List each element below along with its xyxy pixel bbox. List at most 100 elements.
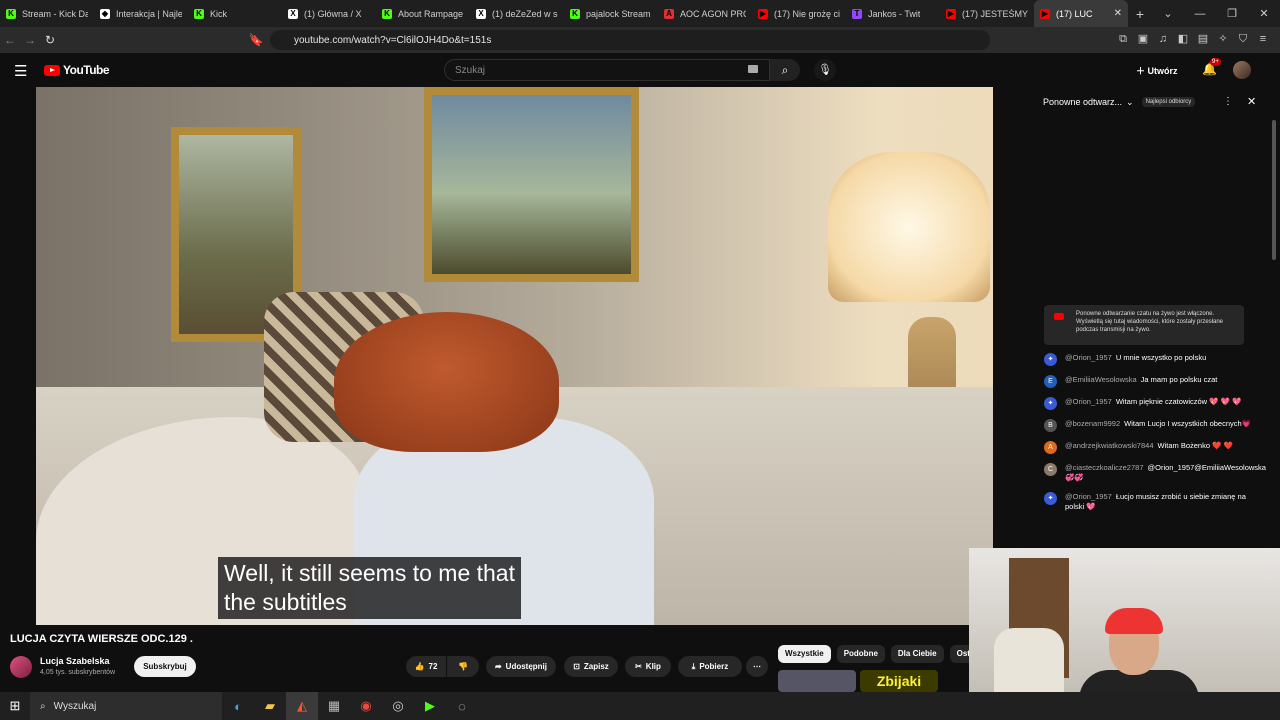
- taskbar-search[interactable]: ⌕ Wyszukaj: [30, 692, 222, 720]
- scrollbar[interactable]: [1272, 120, 1276, 260]
- thumbnail[interactable]: [778, 670, 856, 692]
- subtitle-caption: Well, it still seems to me that the subt…: [218, 557, 521, 619]
- chat-author[interactable]: @ciasteczkoalicze2787: [1065, 463, 1144, 472]
- thumbnail-text: Zbijaki: [876, 673, 922, 689]
- search-input[interactable]: Szukaj: [444, 59, 770, 81]
- close-tab-icon[interactable]: ✕: [1114, 8, 1122, 19]
- chat-avatar[interactable]: E: [1044, 375, 1057, 388]
- share-button[interactable]: ➦ Udostępnij: [486, 656, 556, 677]
- chat-author[interactable]: @andrzejkwiatkowski7844: [1065, 441, 1154, 450]
- reload-button[interactable]: ↻: [40, 33, 60, 47]
- download-button[interactable]: ⤓ Pobierz: [678, 656, 742, 677]
- clip-button[interactable]: ✂ Klip: [625, 656, 671, 677]
- microphone-icon[interactable]: 🎙: [814, 59, 836, 81]
- browser-tab[interactable]: T Jankos - Twit: [846, 0, 940, 27]
- browser-tab[interactable]: Kpajalock Stream: [564, 0, 658, 27]
- like-button[interactable]: 👍 72: [406, 656, 446, 677]
- extensions-toolbar: ⧉ ▣ ♫ ◧ ▤ ✧ ⛉ ≡: [1116, 32, 1270, 46]
- browser-tab[interactable]: ▶ (17) Nie grożę ci: [752, 0, 846, 27]
- tab-search-icon[interactable]: ▣: [1136, 32, 1150, 46]
- back-button[interactable]: ←: [0, 33, 20, 47]
- tab-favicon-icon: T: [852, 8, 862, 19]
- top-fans-badge[interactable]: Najlepsi odbiorcy: [1141, 97, 1196, 107]
- notice-text: Ponowne odtwarzanie czatu na żywo jest w…: [1076, 311, 1224, 333]
- leo-icon[interactable]: ✧: [1216, 32, 1230, 46]
- tab-title: (17) Nie grożę ci: [774, 8, 840, 19]
- minimize-button[interactable]: —: [1184, 8, 1216, 20]
- browser-tab[interactable]: X (1) deZeZed w se: [470, 0, 564, 27]
- dislike-button[interactable]: 👎: [447, 656, 479, 677]
- avatar[interactable]: [1233, 61, 1251, 79]
- app-icon[interactable]: ◌: [446, 699, 478, 714]
- app-icon[interactable]: ▦: [318, 698, 350, 714]
- chat-author[interactable]: @Orion_1957: [1065, 397, 1112, 406]
- chat-avatar[interactable]: A: [1044, 441, 1057, 454]
- close-icon[interactable]: ✕: [1247, 95, 1256, 108]
- kick-app-icon[interactable]: ▶: [414, 698, 446, 714]
- shield-icon[interactable]: ⛉: [1236, 32, 1250, 46]
- create-button[interactable]: ＋ Utwórz: [1136, 64, 1178, 77]
- edge-icon[interactable]: ◐: [222, 699, 254, 714]
- tab-favicon-icon: K: [382, 8, 392, 19]
- chat-author[interactable]: @EmiliiaWesolowska: [1065, 375, 1137, 384]
- browser-tab[interactable]: K About Rampage: [376, 0, 470, 27]
- tab-favicon-icon: X: [288, 8, 298, 19]
- channel-avatar[interactable]: [10, 656, 32, 678]
- browser-tab[interactable]: A AOC AGON PRO: [658, 0, 752, 27]
- extension-icon[interactable]: ⧉: [1116, 32, 1130, 46]
- save-button[interactable]: ⊡ Zapisz: [564, 656, 618, 677]
- thumbnail[interactable]: Zbijaki: [860, 670, 938, 692]
- filter-chip[interactable]: Dla Ciebie: [890, 645, 944, 663]
- maximize-button[interactable]: ❐: [1216, 7, 1248, 20]
- video-player[interactable]: Well, it still seems to me that the subt…: [36, 87, 993, 625]
- browser-tab[interactable]: K Stream - Kick Da: [0, 0, 94, 27]
- chat-author[interactable]: @Orion_1957: [1065, 492, 1112, 501]
- channel-name[interactable]: Lucja Szabelska: [40, 656, 110, 666]
- subtitle-line: Well, it still seems to me that: [224, 560, 515, 586]
- search-button[interactable]: ⌕: [770, 59, 800, 81]
- music-icon[interactable]: ♫: [1156, 32, 1170, 46]
- close-window-button[interactable]: ✕: [1248, 7, 1280, 20]
- video-title: LUCJA CZYTA WIERSZE ODC.129 .: [10, 633, 193, 645]
- more-actions-button[interactable]: ⋯: [746, 656, 768, 677]
- new-tab-button[interactable]: +: [1128, 6, 1152, 22]
- hamburger-menu-icon[interactable]: ☰: [14, 62, 27, 80]
- chrome-icon[interactable]: ◉: [350, 698, 382, 714]
- browser-tab[interactable]: K Kick: [188, 0, 282, 27]
- bookmark-save-icon: ⊡: [573, 662, 580, 671]
- forward-button[interactable]: →: [20, 33, 40, 47]
- chat-avatar[interactable]: C: [1044, 463, 1057, 476]
- chat-avatar[interactable]: ✦: [1044, 397, 1057, 410]
- brave-browser-icon[interactable]: ◭: [286, 692, 318, 720]
- windows-start-icon[interactable]: ⊞: [0, 698, 30, 714]
- keyboard-icon[interactable]: [748, 65, 758, 73]
- subscribe-button[interactable]: Subskrybuj: [134, 656, 196, 677]
- chat-avatar[interactable]: B: [1044, 419, 1057, 432]
- sidebar-icon[interactable]: ◧: [1176, 32, 1190, 46]
- youtube-logo[interactable]: YouTube: [44, 63, 110, 77]
- browser-tab[interactable]: ▶ (17) LUC ✕: [1034, 0, 1128, 27]
- chat-message-body: @andrzejkwiatkowski7844 Witam Bożenko ❤️ …: [1065, 441, 1233, 454]
- chat-message: ✦ @Orion_1957 Witam pięknie czatowiczów 💖 …: [1044, 397, 1254, 410]
- obs-icon[interactable]: ◎: [382, 698, 414, 714]
- wallet-icon[interactable]: ▤: [1196, 32, 1210, 46]
- browser-tab[interactable]: X (1) Główna / X: [282, 0, 376, 27]
- bookmark-icon[interactable]: 🔖: [246, 33, 266, 47]
- chevron-down-icon[interactable]: ⌄: [1152, 7, 1184, 20]
- browser-tab[interactable]: ◆ Interakcja | Najlep: [94, 0, 188, 27]
- chat-mode-select[interactable]: Ponowne odtwarz...: [1043, 97, 1122, 107]
- chevron-down-icon[interactable]: ⌄: [1126, 97, 1134, 108]
- chat-avatar[interactable]: ✦: [1044, 353, 1057, 366]
- chat-author[interactable]: @bozenam9992: [1065, 419, 1120, 428]
- filter-chip[interactable]: Podobne: [836, 645, 885, 663]
- save-label: Zapisz: [583, 662, 609, 671]
- url-field[interactable]: youtube.com/watch?v=Cl6ilOJH4Do&t=151s: [270, 30, 990, 50]
- chat-avatar[interactable]: ✦: [1044, 492, 1057, 505]
- chat-author[interactable]: @Orion_1957: [1065, 353, 1112, 362]
- browser-tab[interactable]: ▶ (17) JESTEŚMY W: [940, 0, 1034, 27]
- menu-icon[interactable]: ≡: [1256, 32, 1270, 46]
- more-options-icon[interactable]: ⋮: [1223, 96, 1233, 107]
- thumbs-up-icon: 👍: [414, 662, 425, 671]
- filter-chip[interactable]: Wszystkie: [778, 645, 831, 663]
- file-explorer-icon[interactable]: ▰: [254, 698, 286, 714]
